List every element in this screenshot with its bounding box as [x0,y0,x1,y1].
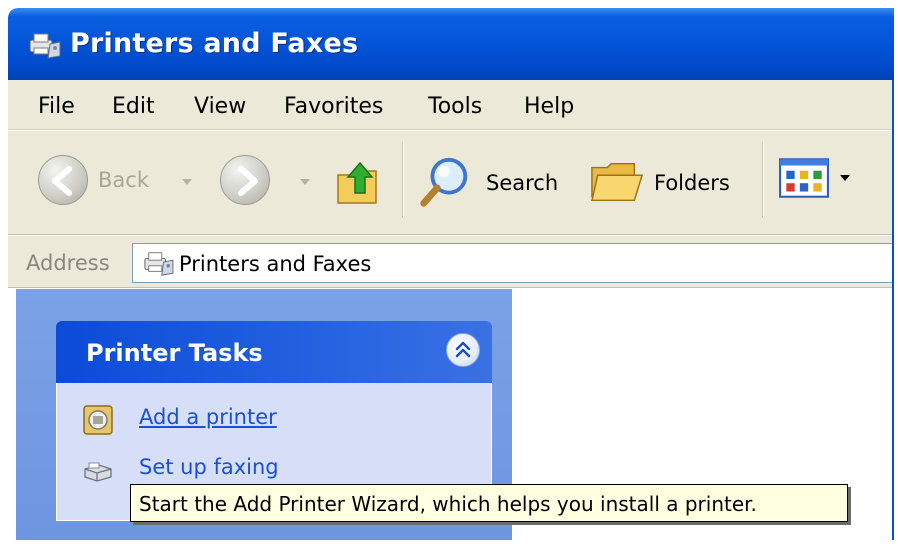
title-bar[interactable]: Printers and Faxes [8,8,894,80]
task-label-set-up-faxing[interactable]: Set up faxing [139,455,279,479]
fax-icon [84,462,112,482]
forward-dropdown-arrow-icon[interactable] [300,179,310,185]
views-button[interactable] [778,157,858,207]
menu-file[interactable]: File [32,92,81,121]
printer-tasks-title: Printer Tasks [86,339,263,367]
window-title: Printers and Faxes [70,28,359,59]
address-value: Printers and Faxes [179,252,372,276]
printers-faxes-icon [144,252,174,276]
task-item-add-printer[interactable]: Add a printer [83,403,383,437]
toolbar-separator [762,141,764,217]
up-folder-icon[interactable] [336,157,380,207]
forward-arrow-icon [220,155,270,205]
search-button[interactable]: Search [416,151,570,213]
back-dropdown-arrow-icon[interactable] [182,179,192,185]
back-button[interactable]: Back [34,153,192,211]
double-chevron-up-icon [455,341,471,358]
views-dropdown-arrow-icon[interactable] [840,175,850,181]
forward-button[interactable] [216,153,310,211]
search-label: Search [486,171,559,195]
menu-view[interactable]: View [188,92,252,121]
menu-bar: File Edit View Favorites Tools Help [8,80,894,130]
menu-tools[interactable]: Tools [422,92,488,121]
printer-tasks-header[interactable]: Printer Tasks [56,321,492,383]
back-arrow-icon [38,155,88,205]
collapse-button[interactable] [446,333,480,367]
address-field[interactable]: Printers and Faxes [132,243,894,283]
window-border [892,80,894,540]
printers-faxes-icon [29,33,61,59]
tooltip: Start the Add Printer Wizard, which help… [130,484,848,522]
address-label: Address [26,251,110,275]
views-icon [779,158,829,198]
menu-help[interactable]: Help [518,92,580,121]
tooltip-text: Start the Add Printer Wizard, which help… [139,492,757,516]
toolbar: Back Search Folders [8,131,894,235]
back-label: Back [98,168,149,192]
menu-edit[interactable]: Edit [106,92,161,121]
toolbar-separator [402,141,404,217]
menu-favorites[interactable]: Favorites [278,92,389,121]
task-label-add-printer[interactable]: Add a printer [139,405,277,429]
magnifier-icon [420,157,468,207]
folders-button[interactable]: Folders [590,151,750,213]
folder-icon [591,162,644,202]
address-bar: Address Printers and Faxes [8,236,894,288]
add-printer-icon [83,405,113,435]
folders-label: Folders [654,171,730,195]
task-item-set-up-faxing[interactable]: Set up faxing [83,453,383,487]
